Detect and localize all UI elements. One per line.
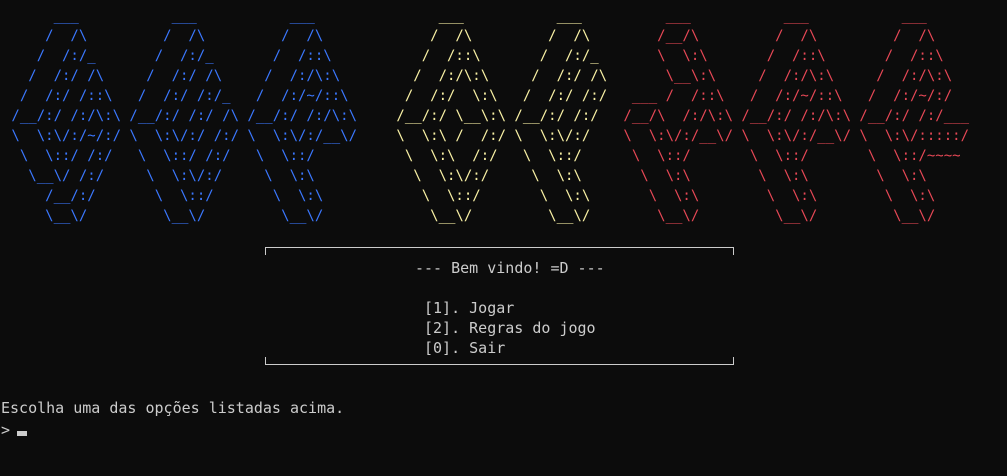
menu-option-rules: [2]. Regras do jogo	[424, 319, 596, 337]
text-cursor[interactable]	[17, 431, 27, 436]
menu-option-exit: [0]. Sair	[424, 339, 506, 357]
ascii-art-blue: ___ ___ ___ / /\ / /\ / /\ / /:/_ / /:/_…	[11, 8, 358, 224]
menu-option-play: [1]. Jogar	[424, 299, 515, 317]
welcome-title: --- Bem vindo! =D ---	[415, 259, 605, 277]
box-corner	[733, 357, 734, 364]
ascii-art-red: ___ ___ ___ /__/\ / /\ / /\ \ \:\ / /::\…	[623, 8, 970, 224]
prompt-instruction: Escolha uma das opções listadas acima.	[1, 399, 345, 417]
box-corner	[265, 248, 266, 255]
box-corner	[733, 248, 734, 255]
terminal-window: ___ ___ ___ / /\ / /\ / /\ / /:/_ / /:/_…	[0, 0, 1007, 476]
box-corner	[265, 357, 266, 364]
input-prompt[interactable]: >	[1, 420, 10, 440]
ascii-art-yellow: ___ ___ / /\ / /\ / /::\ / /:/_ / /:/\:\…	[396, 8, 608, 224]
